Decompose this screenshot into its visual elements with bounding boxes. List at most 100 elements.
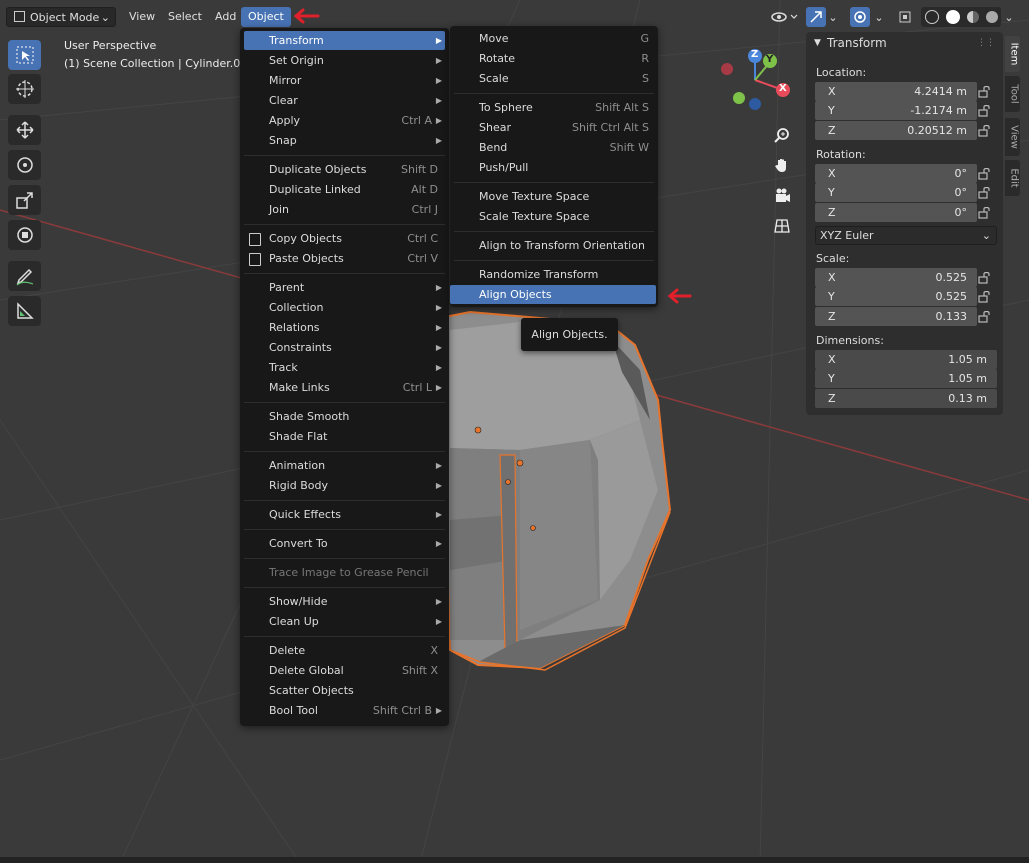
tab-item[interactable]: Item xyxy=(1005,36,1020,72)
chevron-down-icon[interactable]: ⌄ xyxy=(826,7,840,27)
tab-view[interactable]: View xyxy=(1005,118,1020,156)
menu-item-make-links[interactable]: Make Links Ctrl L ▶ xyxy=(244,378,445,397)
menu-item-bend[interactable]: Bend Shift W xyxy=(450,138,656,157)
drag-handle-icon[interactable]: ⋮⋮ xyxy=(977,32,995,54)
menu-item-move-texture-space[interactable]: Move Texture Space xyxy=(450,187,656,206)
lock-icon[interactable] xyxy=(978,186,992,199)
lock-icon[interactable] xyxy=(978,104,992,117)
rotation-z-field[interactable]: Z 0° xyxy=(815,203,977,222)
dimensions-x-field[interactable]: X 1.05 m xyxy=(815,350,997,369)
scale-x-field[interactable]: X 0.525 xyxy=(815,268,977,287)
menu-item-align-to-transform-orientation[interactable]: Align to Transform Orientation xyxy=(450,236,656,255)
rotation-y-field[interactable]: Y 0° xyxy=(815,183,977,202)
menu-item-bool-tool[interactable]: Bool Tool Shift Ctrl B ▶ xyxy=(244,701,445,720)
menu-item-join[interactable]: Join Ctrl J xyxy=(244,200,445,219)
lock-icon[interactable] xyxy=(978,85,992,98)
rotation-x-field[interactable]: X 0° xyxy=(815,164,977,183)
measure-tool[interactable] xyxy=(8,296,41,326)
menu-item-align-objects[interactable]: Align Objects xyxy=(450,285,656,304)
lock-icon[interactable] xyxy=(978,124,992,137)
location-x-field[interactable]: X 4.2414 m xyxy=(815,82,977,101)
menu-item-scale-texture-space[interactable]: Scale Texture Space xyxy=(450,207,656,226)
menu-item-parent[interactable]: Parent ▶ xyxy=(244,278,445,297)
cursor-tool[interactable] xyxy=(8,74,41,104)
menu-item-scatter-objects[interactable]: Scatter Objects xyxy=(244,681,445,700)
menu-item-duplicate-linked[interactable]: Duplicate Linked Alt D xyxy=(244,180,445,199)
location-y-field[interactable]: Y -1.2174 m xyxy=(815,101,977,120)
menu-item-rotate[interactable]: Rotate R xyxy=(450,49,656,68)
lock-icon[interactable] xyxy=(978,206,992,219)
menu-item-rigid-body[interactable]: Rigid Body ▶ xyxy=(244,476,445,495)
mode-selector[interactable]: Object Mode ⌄ xyxy=(6,7,116,27)
lock-icon[interactable] xyxy=(978,310,992,323)
menu-item-move[interactable]: Move G xyxy=(450,29,656,48)
menu-item-show-hide[interactable]: Show/Hide ▶ xyxy=(244,592,445,611)
menu-item-relations[interactable]: Relations ▶ xyxy=(244,318,445,337)
menu-item-collection[interactable]: Collection ▶ xyxy=(244,298,445,317)
menu-item-delete-global[interactable]: Delete Global Shift X xyxy=(244,661,445,680)
dimensions-z-field[interactable]: Z 0.13 m xyxy=(815,389,997,408)
chevron-down-icon[interactable]: ⌄ xyxy=(872,7,886,27)
transform-tool[interactable] xyxy=(8,220,41,250)
navigation-gizmo[interactable]: Z Y X xyxy=(715,45,795,115)
menu-item-copy-objects[interactable]: Copy Objects Ctrl C xyxy=(244,229,445,248)
tab-tool[interactable]: Tool xyxy=(1005,76,1020,112)
pan-hand-icon[interactable] xyxy=(768,151,796,179)
menu-item-duplicate-objects[interactable]: Duplicate Objects Shift D xyxy=(244,160,445,179)
material-shading-icon[interactable] xyxy=(966,11,979,23)
menu-item-mirror[interactable]: Mirror ▶ xyxy=(244,71,445,90)
annotate-tool[interactable] xyxy=(8,261,41,291)
wireframe-shading-icon[interactable] xyxy=(924,10,939,24)
axis-label: Z xyxy=(828,124,836,137)
menu-item-set-origin[interactable]: Set Origin ▶ xyxy=(244,51,445,70)
solid-shading-icon[interactable] xyxy=(945,10,960,24)
menu-item-clean-up[interactable]: Clean Up ▶ xyxy=(244,612,445,631)
menu-item-delete[interactable]: Delete X xyxy=(244,641,445,660)
rotate-tool[interactable] xyxy=(8,150,41,180)
scale-z-field[interactable]: Z 0.133 xyxy=(815,307,977,326)
perspective-grid-icon[interactable] xyxy=(768,212,796,240)
menu-view[interactable]: View xyxy=(122,7,162,27)
menu-item-snap[interactable]: Snap ▶ xyxy=(244,131,445,150)
visibility-icon[interactable] xyxy=(768,7,800,27)
menu-item-scale[interactable]: Scale S xyxy=(450,69,656,88)
scale-tool[interactable] xyxy=(8,185,41,215)
menu-add[interactable]: Add xyxy=(208,7,243,27)
select-box-tool[interactable] xyxy=(8,40,41,70)
menu-item-transform[interactable]: Transform ▶ xyxy=(244,31,445,50)
gizmo-toggle-icon[interactable] xyxy=(806,7,826,27)
menu-item-apply[interactable]: Apply Ctrl A ▶ xyxy=(244,111,445,130)
xray-toggle-icon[interactable] xyxy=(895,7,915,27)
menu-item-paste-objects[interactable]: Paste Objects Ctrl V xyxy=(244,249,445,268)
menu-item-randomize-transform[interactable]: Randomize Transform xyxy=(450,265,656,284)
tab-edit[interactable]: Edit xyxy=(1005,160,1020,196)
overlays-icon[interactable] xyxy=(850,7,870,27)
lock-icon[interactable] xyxy=(978,167,992,180)
menu-item-label: Apply xyxy=(269,114,301,127)
location-z-field[interactable]: Z 0.20512 m xyxy=(815,121,977,140)
transform-panel-header[interactable]: ▼ Transform ⋮⋮ xyxy=(806,32,1003,54)
menu-item-shear[interactable]: Shear Shift Ctrl Alt S xyxy=(450,118,656,137)
lock-icon[interactable] xyxy=(978,271,992,284)
move-tool[interactable] xyxy=(8,115,41,145)
menu-item-shade-smooth[interactable]: Shade Smooth xyxy=(244,407,445,426)
menu-select[interactable]: Select xyxy=(161,7,209,27)
dimensions-y-field[interactable]: Y 1.05 m xyxy=(815,369,997,388)
camera-icon[interactable] xyxy=(768,182,796,210)
zoom-icon[interactable] xyxy=(768,121,796,149)
chevron-down-icon[interactable]: ⌄ xyxy=(1002,7,1016,27)
lock-icon[interactable] xyxy=(978,290,992,303)
menu-item-animation[interactable]: Animation ▶ xyxy=(244,456,445,475)
rotation-mode-select[interactable]: XYZ Euler ⌄ xyxy=(815,226,997,245)
menu-item-to-sphere[interactable]: To Sphere Shift Alt S xyxy=(450,98,656,117)
menu-item-push-pull[interactable]: Push/Pull xyxy=(450,158,656,177)
menu-item-convert-to[interactable]: Convert To ▶ xyxy=(244,534,445,553)
rendered-shading-icon[interactable] xyxy=(985,11,998,23)
menu-item-constraints[interactable]: Constraints ▶ xyxy=(244,338,445,357)
menu-object[interactable]: Object xyxy=(241,7,291,27)
menu-item-shade-flat[interactable]: Shade Flat xyxy=(244,427,445,446)
menu-item-clear[interactable]: Clear ▶ xyxy=(244,91,445,110)
menu-item-quick-effects[interactable]: Quick Effects ▶ xyxy=(244,505,445,524)
menu-item-track[interactable]: Track ▶ xyxy=(244,358,445,377)
scale-y-field[interactable]: Y 0.525 xyxy=(815,287,977,306)
